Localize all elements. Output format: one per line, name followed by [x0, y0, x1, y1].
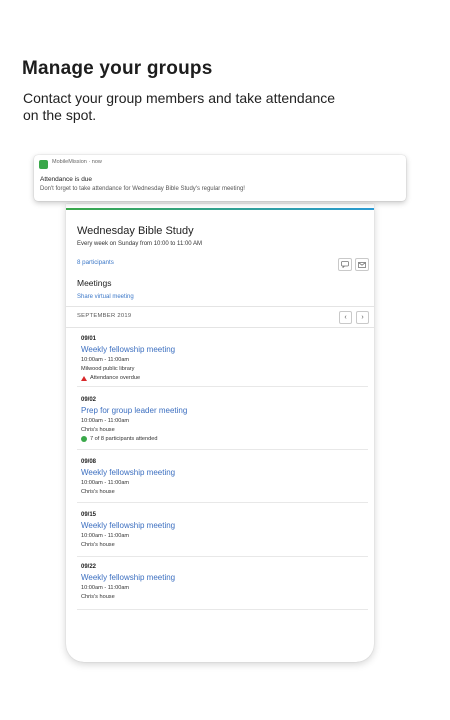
attendance-notification[interactable]: MobileMission · now Attendance is due Do…: [34, 155, 406, 201]
notification-app-line: MobileMission · now: [52, 159, 102, 165]
meeting-time: 10:00am - 11:00am: [81, 480, 130, 486]
meeting-title[interactable]: Weekly fellowship meeting: [81, 521, 175, 530]
notification-title: Attendance is due: [40, 176, 93, 183]
month-selector: SEPTEMBER 2019 ‹ ›: [66, 306, 374, 328]
prev-month-button[interactable]: ‹: [339, 311, 352, 324]
share-virtual-meeting-link[interactable]: Share virtual meeting: [77, 294, 134, 300]
group-title: Wednesday Bible Study: [77, 225, 194, 237]
meeting-location: Chris's house: [81, 542, 115, 548]
participants-link[interactable]: 8 participants: [77, 259, 114, 266]
chat-button[interactable]: [338, 258, 352, 271]
meeting-date: 09/01: [81, 336, 97, 342]
meeting-time: 10:00am - 11:00am: [81, 418, 130, 424]
chat-icon: [341, 261, 349, 268]
notification-body: Don't forget to take attendance for Wedn…: [40, 186, 245, 192]
meeting-date: 09/08: [81, 459, 97, 465]
meeting-time: 10:00am - 11:00am: [81, 357, 130, 363]
meeting-date: 09/02: [81, 397, 97, 403]
meeting-time: 10:00am - 11:00am: [81, 585, 130, 591]
mail-icon: [358, 261, 366, 268]
meeting-title[interactable]: Weekly fellowship meeting: [81, 573, 175, 582]
meeting-status-text: Attendance overdue: [90, 375, 141, 381]
meeting-title[interactable]: Weekly fellowship meeting: [81, 468, 175, 477]
meeting-location: Chris's house: [81, 427, 115, 433]
meeting-title[interactable]: Weekly fellowship meeting: [81, 345, 175, 354]
check-circle-icon: [81, 436, 87, 442]
meeting-location: Milwood public library: [81, 366, 135, 372]
next-month-button[interactable]: ›: [356, 311, 369, 324]
group-detail-card: Wednesday Bible Study Every week on Sund…: [66, 204, 374, 662]
meeting-date: 09/15: [81, 512, 97, 518]
meeting-item[interactable]: 09/15 Weekly fellowship meeting 10:00am …: [77, 512, 368, 557]
meeting-item[interactable]: 09/22 Weekly fellowship meeting 10:00am …: [77, 564, 368, 610]
chevron-right-icon: ›: [361, 314, 364, 321]
meeting-location: Chris's house: [81, 489, 115, 495]
warning-icon: [81, 375, 87, 381]
meeting-item[interactable]: 09/01 Weekly fellowship meeting 10:00am …: [77, 336, 368, 387]
meetings-heading: Meetings: [77, 278, 112, 288]
accent-bar: [66, 208, 374, 210]
notification-time: now: [91, 159, 102, 165]
meeting-status: Attendance overdue: [81, 375, 140, 381]
page-subtitle: Contact your group members and take atte…: [23, 90, 336, 123]
page-title: Manage your groups: [22, 58, 213, 79]
meeting-item[interactable]: 09/02 Prep for group leader meeting 10:0…: [77, 397, 368, 450]
app-icon: [39, 160, 48, 169]
group-schedule: Every week on Sunday from 10:00 to 11:00…: [77, 241, 202, 247]
notification-app-name: MobileMission: [52, 159, 87, 165]
notification-separator: ·: [88, 159, 91, 165]
meeting-item[interactable]: 09/08 Weekly fellowship meeting 10:00am …: [77, 459, 368, 503]
screenshot-page: Manage your groups Contact your group me…: [0, 0, 450, 720]
meeting-status: 7 of 8 participants attended: [81, 436, 157, 442]
meeting-title[interactable]: Prep for group leader meeting: [81, 406, 187, 415]
chevron-left-icon: ‹: [344, 314, 347, 321]
meeting-status-text: 7 of 8 participants attended: [90, 436, 158, 442]
meeting-date: 09/22: [81, 564, 97, 570]
meeting-time: 10:00am - 11:00am: [81, 533, 130, 539]
meeting-location: Chris's house: [81, 594, 115, 600]
month-label: SEPTEMBER 2019: [77, 313, 132, 319]
mail-button[interactable]: [355, 258, 369, 271]
